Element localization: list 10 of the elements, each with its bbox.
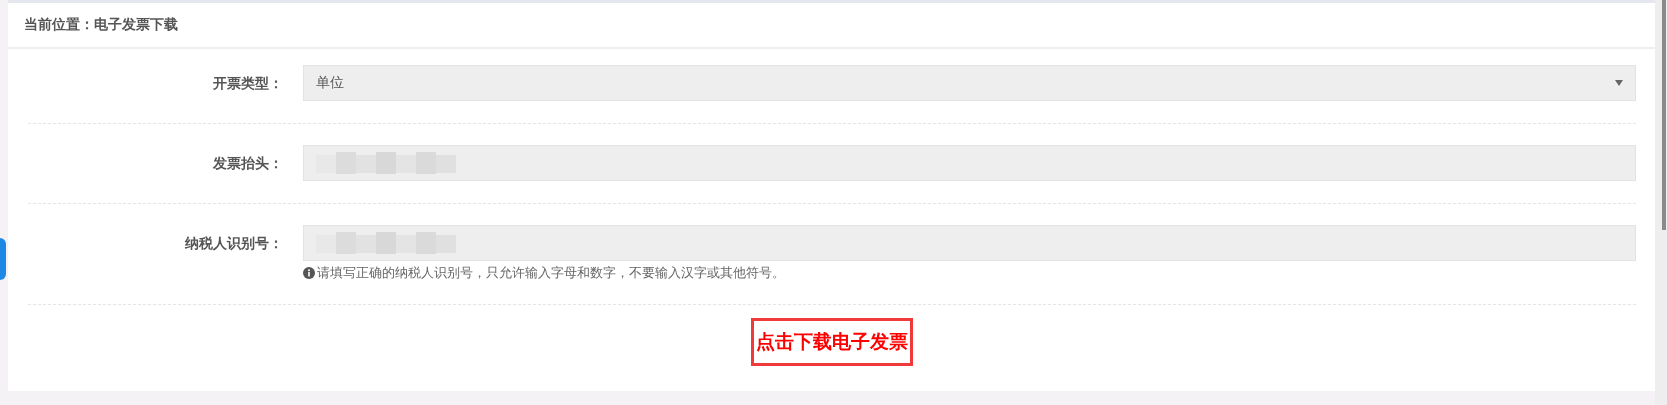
help-text: 请填写正确的纳税人识别号，只允许输入字母和数字，不要输入汉字或其他符号。 — [303, 264, 1636, 282]
info-icon — [303, 267, 315, 279]
caret-icon — [1615, 80, 1623, 86]
field-label: 纳税人识别号： — [184, 234, 284, 253]
scrollbar-thumb[interactable] — [1662, 0, 1666, 230]
field-label: 发票抬头： — [212, 154, 284, 173]
field-label: 开票类型： — [212, 74, 284, 93]
download-invoice-button[interactable]: 点击下载电子发票 — [751, 318, 913, 366]
breadcrumb: 当前位置：电子发票下载 — [24, 16, 178, 34]
side-tab[interactable] — [0, 238, 6, 280]
